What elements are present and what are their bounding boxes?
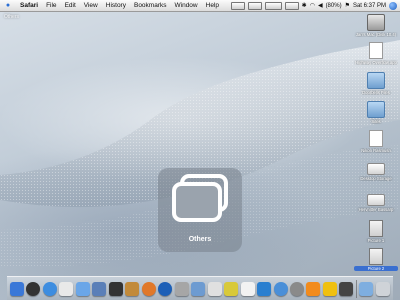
- wifi-icon[interactable]: ◠: [310, 2, 315, 9]
- pen-app-icon[interactable]: [257, 281, 272, 296]
- desktop-icon-label: Doorbells Files: [362, 90, 390, 95]
- safari-icon[interactable]: [42, 281, 57, 296]
- ical-icon[interactable]: [59, 281, 74, 296]
- menu-app-name[interactable]: Safari: [16, 2, 42, 9]
- hard-disk-icon: [367, 14, 385, 31]
- acrobat-icon[interactable]: [207, 281, 222, 296]
- dashboard-icon[interactable]: [26, 281, 41, 296]
- bluetooth-icon[interactable]: ✱: [302, 2, 307, 9]
- desktop-corner-label: Others: [4, 14, 20, 20]
- menu-extra-box-icon[interactable]: [264, 1, 282, 10]
- desktop-screen: ● Safari File Edit View History Bookmark…: [0, 0, 400, 300]
- overlay-label: Others: [188, 236, 212, 243]
- menu-view[interactable]: View: [80, 2, 102, 9]
- picture-file-icon: [369, 220, 383, 237]
- iphoto-icon[interactable]: [92, 281, 107, 296]
- vlc-icon[interactable]: [306, 281, 321, 296]
- desktop-icon-label: Desktop Storage: [360, 176, 392, 181]
- desktop-icon-sites[interactable]: Sites: [354, 101, 398, 124]
- desktop-icon-picture-1[interactable]: Picture 1: [354, 220, 398, 243]
- desktop-icon-picture-2[interactable]: Picture 2: [354, 248, 398, 271]
- desktop-icon-drive-2[interactable]: Hervnitter Bassarp: [354, 189, 398, 212]
- gray-disc-icon[interactable]: [289, 281, 304, 296]
- desktop-icon-document[interactable]: Nikon Rasmusn: [354, 130, 398, 153]
- drive-icon: [367, 194, 385, 206]
- picture-file-icon: [369, 248, 383, 265]
- yellow-app-icon[interactable]: [322, 281, 337, 296]
- drive-icon: [367, 163, 385, 175]
- folder-stack-icon[interactable]: [359, 281, 374, 296]
- menu-bookmarks[interactable]: Bookmarks: [130, 2, 171, 9]
- menu-file[interactable]: File: [42, 2, 60, 9]
- battery-status[interactable]: (80%): [326, 3, 342, 9]
- menu-extra-box-icon[interactable]: [247, 1, 262, 10]
- document-icon: [369, 130, 383, 147]
- itunes-icon[interactable]: [75, 281, 90, 296]
- dock: [7, 276, 393, 300]
- menu-window[interactable]: Window: [171, 2, 202, 9]
- menu-history[interactable]: History: [102, 2, 130, 9]
- dock-separator: [355, 279, 357, 298]
- desktop-icon-label: Hervnitter Bassarp: [358, 207, 394, 212]
- menu-help[interactable]: Help: [202, 2, 223, 9]
- wordpress-icon[interactable]: [191, 281, 206, 296]
- spotlight-icon[interactable]: [389, 1, 397, 10]
- flag-icon[interactable]: ⚑: [345, 2, 350, 9]
- application-icon: [369, 42, 383, 59]
- flickr-icon[interactable]: [240, 281, 255, 296]
- desktop-wallpaper: [0, 40, 400, 268]
- firefox-icon[interactable]: [141, 281, 156, 296]
- app-gray-icon[interactable]: [174, 281, 189, 296]
- desktop-icon-label: Nikon Rasmusn: [361, 148, 391, 153]
- warning-app-icon[interactable]: [339, 281, 354, 296]
- trash-icon[interactable]: [375, 281, 390, 296]
- desktop-icon-label: Sites: [371, 119, 381, 124]
- chat-icon[interactable]: [273, 281, 288, 296]
- desktop-icon-application[interactable]: Highway Overflow.app: [354, 42, 398, 65]
- folder-icon: [367, 101, 385, 118]
- menu-extra-box-icon[interactable]: [284, 1, 299, 10]
- desktop-icon-label: Jan's Mac (Disk 10.4): [355, 32, 397, 37]
- desktop-icon-label: Picture 1: [367, 238, 385, 243]
- spaces-overlay: Others: [158, 168, 242, 252]
- desktop-icon-folder[interactable]: Doorbells Files: [354, 72, 398, 95]
- volume-icon[interactable]: ◀: [318, 2, 323, 9]
- finder-icon[interactable]: [10, 281, 24, 296]
- desktop-icon-label: Picture 2: [354, 266, 398, 271]
- imovie-icon[interactable]: [108, 281, 123, 296]
- desktop-icon-hard-disk[interactable]: Jan's Mac (Disk 10.4): [354, 14, 398, 37]
- garageband-icon[interactable]: [125, 281, 140, 296]
- desktop-icon-label: Highway Overflow.app: [355, 60, 397, 65]
- menu-extras: ✱ ◠ ◀ (80%) ⚑ Sat 6:37 PM: [230, 1, 400, 10]
- menu-bar: ● Safari File Edit View History Bookmark…: [0, 0, 400, 12]
- folder-icon: [367, 72, 385, 89]
- windows-stack-icon: [172, 174, 228, 222]
- menu-clock[interactable]: Sat 6:37 PM: [353, 3, 386, 9]
- quicktime-icon[interactable]: [158, 281, 173, 296]
- stickies-icon[interactable]: [224, 281, 239, 296]
- desktop-icon-drive[interactable]: Desktop Storage: [354, 158, 398, 181]
- menu-edit[interactable]: Edit: [61, 2, 80, 9]
- apple-menu-icon[interactable]: ●: [0, 2, 16, 9]
- menu-extra-box-icon[interactable]: [230, 1, 245, 10]
